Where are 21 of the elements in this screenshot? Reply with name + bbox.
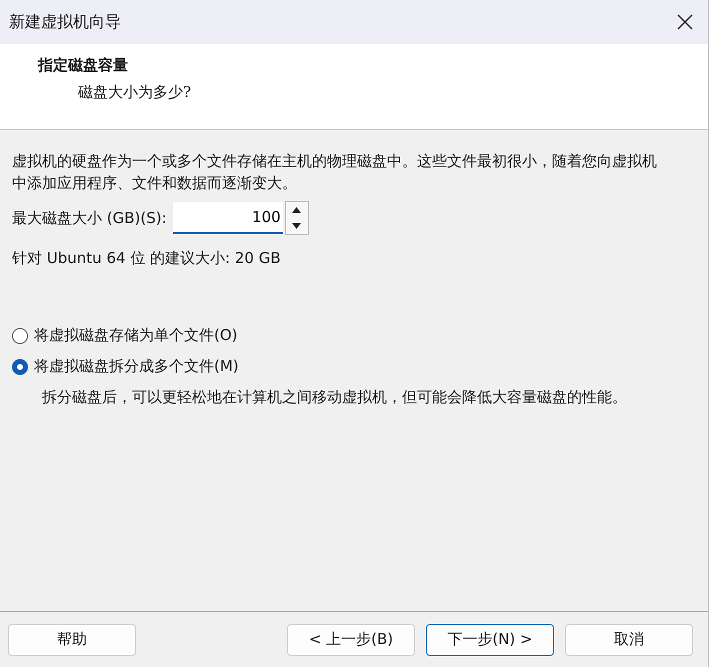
dialog-button[interactable]: < 上一步(B) — [287, 624, 415, 656]
radio-label: 将虚拟磁盘存储为单个文件(O) — [34, 326, 238, 345]
down-arrow-icon — [292, 223, 302, 229]
window-title: 新建虚拟机向导 — [9, 12, 121, 32]
close-icon — [677, 14, 693, 30]
radio-option[interactable]: 将虚拟磁盘拆分成多个文件(M) — [12, 357, 696, 376]
recommended-size-text: 针对 Ubuntu 64 位 的建议大小: 20 GB — [12, 249, 282, 268]
radio-option[interactable]: 将虚拟磁盘存储为单个文件(O) — [12, 326, 696, 345]
dialog-button[interactable]: 下一步(N) > — [426, 624, 554, 656]
page-title: 指定磁盘容量 — [38, 56, 129, 75]
disk-size-label: 最大磁盘大小 (GB)(S): — [12, 208, 167, 228]
disk-size-field[interactable]: 100 — [172, 202, 283, 234]
up-arrow-icon — [292, 207, 302, 213]
dialog-button[interactable]: 取消 — [565, 624, 693, 656]
page-subtitle: 磁盘大小为多少? — [78, 83, 192, 102]
radio-button[interactable] — [12, 328, 28, 344]
radio-label: 将虚拟磁盘拆分成多个文件(M) — [34, 357, 239, 376]
option-description: 拆分磁盘后，可以更轻松地在计算机之间移动虚拟机，但可能会降低大容量磁盘的性能。 — [42, 387, 628, 408]
dialog-button[interactable]: 帮助 — [8, 624, 136, 656]
description-text: 虚拟机的硬盘作为一个或多个文件存储在主机的物理磁盘中。这些文件最初很小，随着您向虚拟机中添加应用程序、文件和数据而逐渐变大。 — [12, 151, 658, 194]
radio-button[interactable] — [12, 358, 28, 374]
